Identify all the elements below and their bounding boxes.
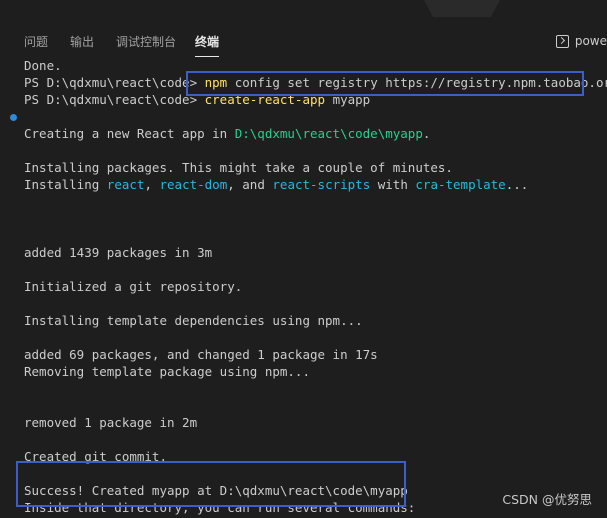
package-name: react <box>106 177 145 192</box>
shell-label: powe <box>574 34 607 48</box>
command-name: create-react-app <box>204 92 326 107</box>
terminal-line: Removing template package using npm... <box>24 364 310 379</box>
path-text: D:\qdxmu\react\code\myapp <box>234 126 423 141</box>
command-name: npm <box>204 75 228 90</box>
package-name: react-dom <box>159 177 228 192</box>
package-name: cra-template <box>415 177 506 192</box>
terminal-line: Installing packages. This might take a c… <box>24 160 453 175</box>
watermark: CSDN @优努思 <box>502 492 592 507</box>
tab-problems[interactable]: 问题 <box>24 33 48 50</box>
command-args: myapp <box>325 92 371 107</box>
terminal-line: Initialized a git repository. <box>24 279 243 294</box>
terminal-line: Creating a new React app in D:\qdxmu\rea… <box>24 126 431 141</box>
prompt: PS D:\qdxmu\react\code> <box>24 75 205 90</box>
tab-terminal[interactable]: 终端 <box>195 33 220 57</box>
terminal-line: Done. <box>24 58 62 73</box>
tab-debug-console[interactable]: 调试控制台 <box>116 33 176 50</box>
panel-tabbar: 问题 输出 调试控制台 终端 powe <box>0 28 607 57</box>
terminal-shell-selector[interactable]: powe <box>555 31 607 51</box>
tab-output[interactable]: 输出 <box>70 33 94 50</box>
terminal-output[interactable]: Done. PS D:\qdxmu\react\code> npm config… <box>24 57 607 516</box>
command-args: config set registry https://registry.npm… <box>227 75 607 90</box>
terminal-line: PS D:\qdxmu\react\code> create-react-app… <box>24 91 607 108</box>
terminal-line: Installing react, react-dom, and react-s… <box>24 177 529 192</box>
terminal-line: Installing template dependencies using n… <box>24 313 363 328</box>
package-name: react-scripts <box>272 177 371 192</box>
command-decoration-icon[interactable] <box>10 114 17 121</box>
prompt: PS D:\qdxmu\react\code> <box>24 92 205 107</box>
terminal-line: removed 1 package in 2m <box>24 415 198 430</box>
window-top-notch <box>424 0 500 17</box>
terminal-line: PS D:\qdxmu\react\code> npm config set r… <box>24 74 607 91</box>
terminal-icon <box>555 34 569 48</box>
terminal-line: Created git commit. <box>24 449 167 464</box>
terminal-line: added 69 packages, and changed 1 package… <box>24 347 378 362</box>
window-top-strip <box>0 0 607 17</box>
terminal-line: added 1439 packages in 3m <box>24 245 213 260</box>
